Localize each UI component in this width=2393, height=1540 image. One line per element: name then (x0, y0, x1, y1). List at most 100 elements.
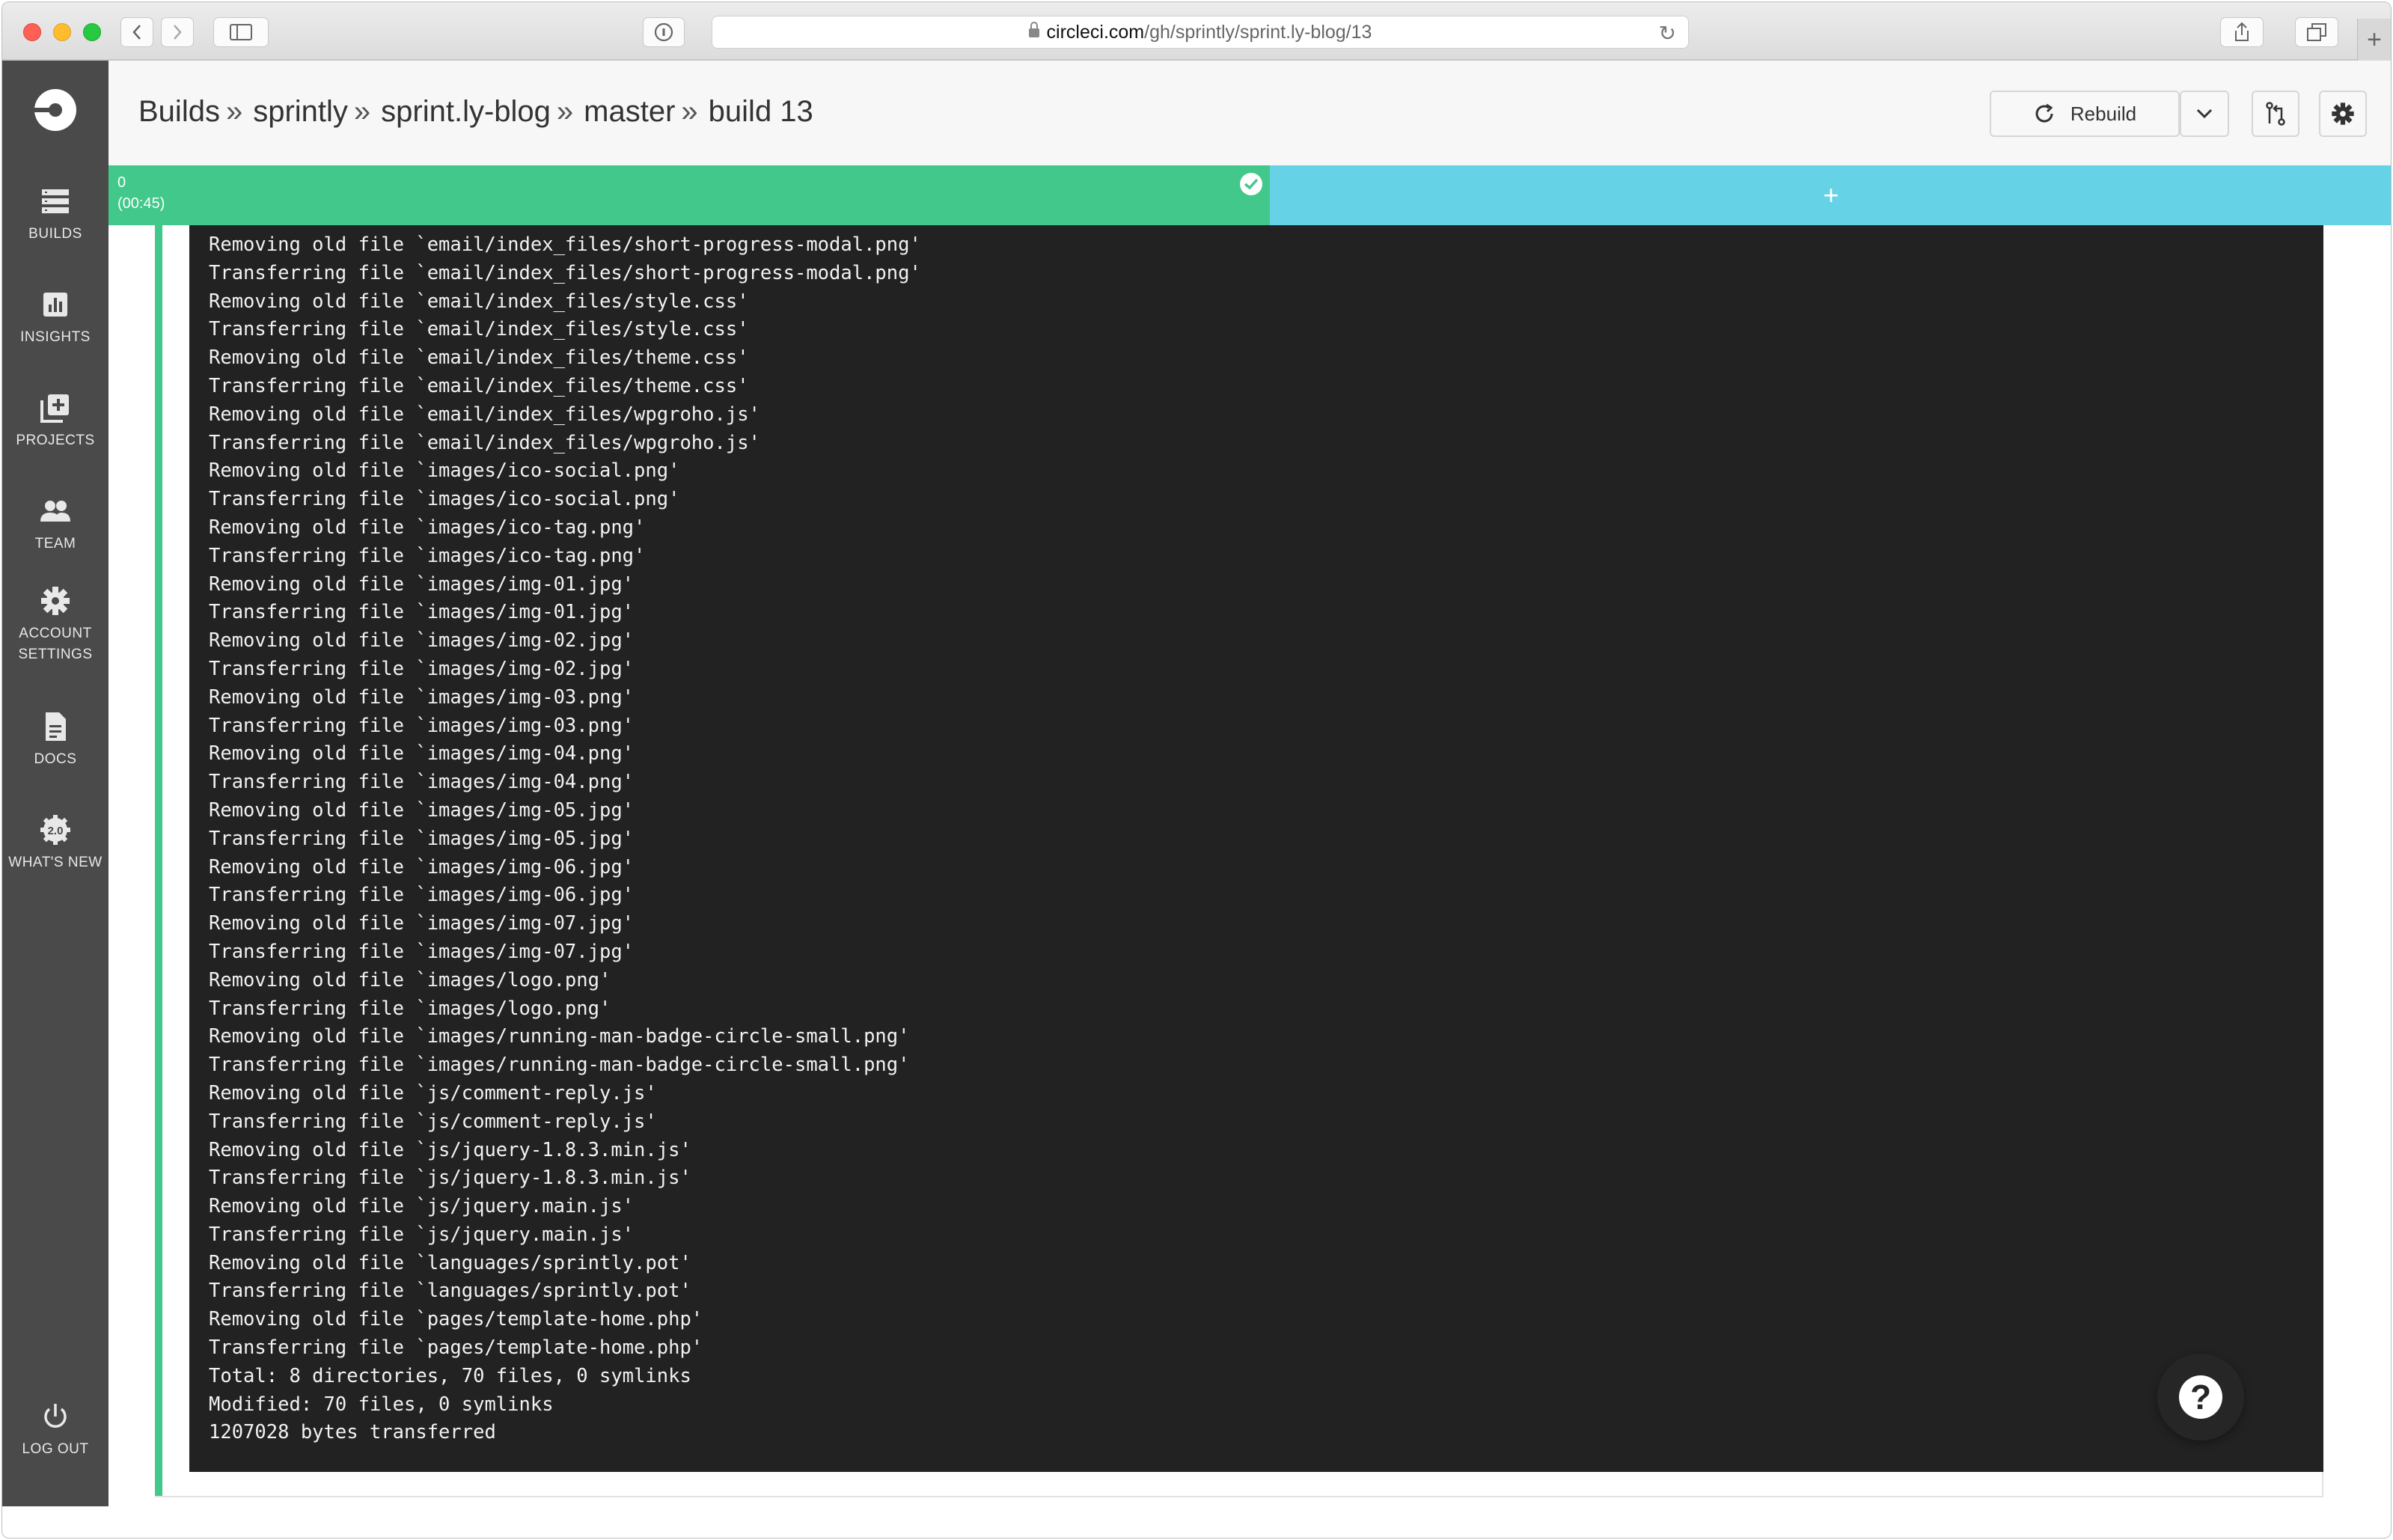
log-line: Removing old file `pages/template-home.p… (209, 1308, 703, 1331)
sidebar-item-label: BUILDS (28, 226, 82, 242)
help-button[interactable]: ? (2157, 1354, 2244, 1440)
sidebar-item-label: WHAT'S NEW (8, 855, 103, 870)
container-index: 0 (117, 174, 126, 191)
log-line: Total: 8 directories, 70 files, 0 symlin… (209, 1364, 691, 1387)
log-frame-bottom (155, 1496, 2322, 1497)
reload-icon[interactable]: ↻ (1659, 21, 1676, 46)
browser-window: circleci.com/gh/sprintly/sprint.ly-blog/… (1, 1, 2392, 1539)
log-line: Removing old file `images/ico-social.png… (209, 459, 680, 483)
log-line: Transferring file `js/comment-reply.js' (209, 1110, 657, 1133)
sidebar-item-team[interactable]: TEAM (2, 495, 109, 554)
success-check-icon (1240, 173, 1262, 195)
gear-icon (2332, 103, 2354, 125)
log-line: Removing old file `images/running-man-ba… (209, 1025, 910, 1048)
question-icon: ? (2179, 1375, 2222, 1419)
back-button[interactable] (120, 17, 153, 47)
log-line: Removing old file `js/jquery-1.8.3.min.j… (209, 1138, 691, 1161)
build-log-area: Removing old file `email/index_files/sho… (109, 225, 2391, 1506)
sidebar-item-projects[interactable]: PROJECTS (2, 391, 109, 451)
log-line: 1207028 bytes transferred (209, 1421, 496, 1444)
log-line: Removing old file `images/ico-tag.png' (209, 516, 646, 539)
sidebar-item-account-settings[interactable]: ACCOUNT SETTINGS (2, 584, 109, 665)
log-output[interactable]: Removing old file `email/index_files/sho… (189, 225, 2323, 1472)
container-0[interactable]: 0 (00:45) (109, 165, 1270, 225)
browser-titlebar: circleci.com/gh/sprintly/sprint.ly-blog/… (2, 2, 2391, 61)
sidebar-item-docs[interactable]: DOCS (2, 710, 109, 770)
sidebar-toggle-button[interactable] (213, 17, 269, 47)
log-line: Transferring file `images/img-04.png' (209, 771, 635, 794)
chevron-right-icon (174, 25, 182, 40)
pull-request-button[interactable] (2252, 91, 2299, 137)
log-line: Transferring file `js/jquery-1.8.3.min.j… (209, 1167, 691, 1190)
insights-icon (43, 293, 67, 317)
breadcrumb: Builds» sprintly» sprint.ly-blog» master» bu… (138, 95, 813, 129)
log-line: Transferring file `images/img-01.jpg' (209, 601, 635, 624)
sidebar-item-insights[interactable]: INSIGHTS (2, 288, 109, 348)
breadcrumb-build: build 13 (708, 95, 813, 128)
forward-button[interactable] (161, 17, 194, 47)
add-container-button[interactable]: + (1270, 165, 2391, 225)
sidebar-item-label: TEAM (34, 536, 76, 551)
projects-icon (40, 394, 69, 423)
sidebar-item-logout[interactable]: LOG OUT (2, 1400, 109, 1460)
share-icon (2235, 22, 2249, 41)
project-settings-button[interactable] (2319, 91, 2367, 137)
sidebar-item-label: ACCOUNT (19, 626, 92, 641)
rebuild-options-button[interactable] (2180, 91, 2229, 137)
chevron-down-icon (2196, 109, 2213, 119)
breadcrumb-builds[interactable]: Builds (138, 95, 220, 128)
log-line: Transferring file `pages/template-home.p… (209, 1336, 703, 1360)
log-line: Removing old file `email/index_files/wpg… (209, 403, 760, 426)
new-tab-button[interactable]: + (2357, 19, 2391, 61)
circleci-logo[interactable] (34, 89, 76, 131)
add-container-label: + (1823, 180, 1839, 210)
sidebar-icon (230, 24, 252, 40)
refresh-icon (2035, 103, 2053, 123)
docs-icon (46, 712, 66, 741)
lock-icon (1028, 22, 1039, 37)
close-window-button[interactable] (23, 23, 41, 41)
tabs-overview-button[interactable] (2295, 17, 2338, 47)
log-line: Transferring file `images/img-02.jpg' (209, 657, 635, 680)
gear-icon (41, 587, 70, 615)
breadcrumb-branch[interactable]: master (584, 95, 675, 128)
page-header: Builds» sprintly» sprint.ly-blog» master» bu… (109, 61, 2391, 165)
tabs-icon (2307, 23, 2326, 41)
address-bar[interactable]: circleci.com/gh/sprintly/sprint.ly-blog/… (712, 16, 1689, 49)
sidebar-item-label-line2: SETTINGS (18, 647, 93, 662)
log-line: Transferring file `email/index_files/sho… (209, 261, 921, 284)
zoom-window-button[interactable] (83, 23, 101, 41)
app-sidebar: BUILDS INSIGHTS PROJECTS TEAM ACCOUNT SE… (2, 61, 109, 1506)
share-button[interactable] (2220, 17, 2264, 47)
log-line: Removing old file `images/img-07.jpg' (209, 912, 635, 935)
builds-icon (42, 189, 69, 213)
logout-label: LOG OUT (22, 1441, 89, 1457)
breadcrumb-separator: » (353, 95, 371, 128)
log-line: Transferring file `images/img-06.jpg' (209, 884, 635, 907)
container-duration: (00:45) (117, 195, 165, 212)
whats-new-icon: 2.0 (40, 815, 70, 845)
log-line: Transferring file `images/img-07.jpg' (209, 940, 635, 963)
log-line: Transferring file `images/ico-tag.png' (209, 544, 646, 567)
breadcrumb-separator: » (225, 95, 243, 128)
breadcrumb-org[interactable]: sprintly (253, 95, 348, 128)
log-line: Transferring file `email/index_files/sty… (209, 318, 749, 341)
log-line: Removing old file `images/img-06.jpg' (209, 855, 635, 879)
team-icon (40, 501, 70, 522)
log-line: Modified: 70 files, 0 symlinks (209, 1393, 554, 1416)
whats-new-badge: 2.0 (48, 825, 64, 837)
log-line: Transferring file `images/ico-social.png… (209, 488, 680, 511)
chevron-left-icon (132, 25, 141, 40)
sidebar-item-whats-new[interactable]: 2.0 WHAT'S NEW (2, 813, 109, 873)
privacy-report-button[interactable] (643, 17, 685, 47)
url-host: circleci.com (1046, 21, 1145, 43)
sidebar-item-label: PROJECTS (16, 433, 95, 448)
sidebar-item-builds[interactable]: BUILDS (2, 185, 109, 245)
rebuild-button[interactable]: Rebuild (1990, 91, 2180, 137)
minimize-window-button[interactable] (53, 23, 71, 41)
breadcrumb-project[interactable]: sprint.ly-blog (381, 95, 551, 128)
log-line: Removing old file `email/index_files/sho… (209, 233, 921, 256)
breadcrumb-separator: » (556, 95, 574, 128)
log-line: Removing old file `images/img-02.jpg' (209, 629, 635, 653)
breadcrumb-separator: » (681, 95, 698, 128)
